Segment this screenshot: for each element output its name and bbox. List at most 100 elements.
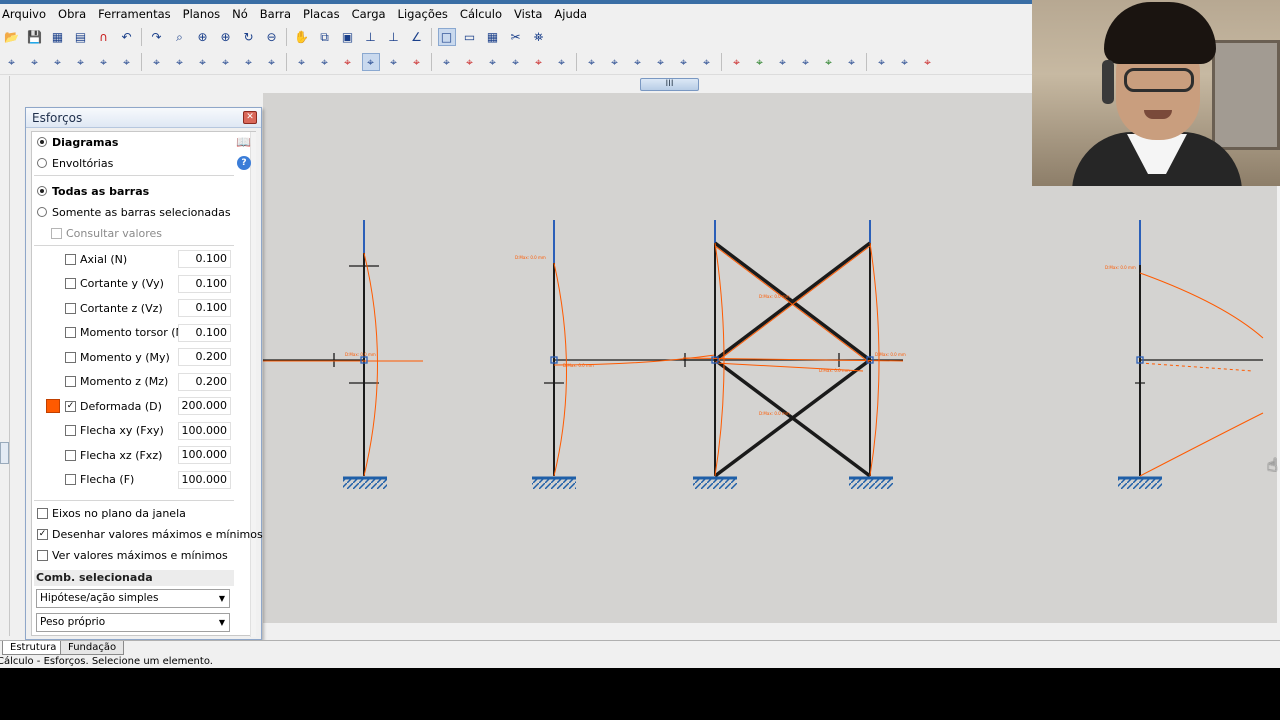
rectangle-icon[interactable]: □ xyxy=(437,27,456,46)
menu-item-ajuda[interactable]: Ajuda xyxy=(548,7,593,21)
diagram-option-checkbox[interactable] xyxy=(65,327,76,338)
radio-envoltorias[interactable]: Envoltórias xyxy=(37,154,113,172)
scissors-icon[interactable]: ✂ xyxy=(507,28,525,46)
trim-icon[interactable]: ⌖ xyxy=(217,53,235,71)
diagram-option-checkbox[interactable] xyxy=(65,425,76,436)
deformada-color-swatch[interactable] xyxy=(46,399,60,413)
beam-icon[interactable]: ⌖ xyxy=(698,53,716,71)
diagram-scale-input[interactable]: 0.100 xyxy=(178,274,231,293)
zoom-window-icon[interactable]: ⌕ xyxy=(171,28,189,46)
zoom-previous-icon[interactable]: ⧉ xyxy=(316,28,334,46)
table-icon[interactable]: ▦ xyxy=(484,28,502,46)
diagram-scale-input[interactable]: 100.000 xyxy=(178,421,231,440)
diagram-option-checkbox[interactable] xyxy=(65,278,76,289)
axes-icon[interactable]: ⌖ xyxy=(118,53,136,71)
menu-item-planos[interactable]: Planos xyxy=(177,7,227,21)
panel-scrollbar[interactable] xyxy=(250,132,256,637)
diagonal-delete-icon[interactable]: ⌖ xyxy=(461,53,479,71)
hinge-icon[interactable]: ⌖ xyxy=(484,53,502,71)
book-icon[interactable]: 📖 xyxy=(236,135,251,149)
node-number-icon[interactable]: ▣ xyxy=(339,28,357,46)
diagram-option-checkbox[interactable] xyxy=(65,351,76,363)
diagram-scale-input[interactable]: 0.200 xyxy=(178,348,231,366)
menu-item-liga-es[interactable]: Ligações xyxy=(392,7,454,21)
eixos-checkbox-box[interactable] xyxy=(37,507,48,519)
view-icon[interactable]: ⌖ xyxy=(361,52,380,71)
node-icon[interactable]: ⌖ xyxy=(95,53,113,71)
diagram-option-checkbox[interactable] xyxy=(65,474,76,485)
diagram-option-row[interactable]: Cortante y (Vy) xyxy=(65,275,164,293)
diagram-option-row[interactable]: Momento y (My) xyxy=(65,348,170,366)
axis-icon[interactable]: ⊥ xyxy=(362,28,380,46)
carga-select[interactable]: Peso próprio ▼ xyxy=(36,613,230,632)
undo-icon[interactable]: ↶ xyxy=(118,28,136,46)
radio-todas-barras[interactable]: Todas as barras xyxy=(37,182,149,200)
diagram-option-row[interactable]: Momento z (Mz) xyxy=(65,373,168,391)
ver-valores-checkbox[interactable]: Ver valores máximos e mínimos xyxy=(37,546,228,564)
angle-icon[interactable]: ∠ xyxy=(408,28,426,46)
radio-todas-dot[interactable] xyxy=(37,186,47,196)
diagram-scale-input[interactable]: 0.200 xyxy=(178,372,231,391)
frame2-icon[interactable]: ⌖ xyxy=(896,53,914,71)
copy-icon[interactable]: ⌖ xyxy=(873,53,891,71)
diagram-scale-input[interactable]: 100.000 xyxy=(178,470,231,489)
tie-icon[interactable]: ⌖ xyxy=(629,53,647,71)
member-delete-icon[interactable]: ⌖ xyxy=(408,53,426,71)
delete-icon[interactable]: ⌖ xyxy=(339,53,357,71)
results-icon[interactable]: ⌖ xyxy=(820,53,838,71)
diagram-option-checkbox[interactable] xyxy=(65,376,76,387)
diagram-scale-input[interactable]: 100.000 xyxy=(178,446,231,464)
diagram-scale-input[interactable]: 200.000 xyxy=(178,397,231,415)
menu-item-n-[interactable]: Nó xyxy=(226,7,254,21)
support-icon[interactable]: ⊥ xyxy=(385,28,403,46)
mesh-icon[interactable]: ⌖ xyxy=(263,53,281,71)
column-icon[interactable]: ⌖ xyxy=(728,53,746,71)
menu-item-placas[interactable]: Placas xyxy=(297,7,346,21)
diagram-option-row[interactable]: Flecha xz (Fxz) xyxy=(65,446,162,464)
help-icon[interactable]: ? xyxy=(237,156,251,170)
dim-icon[interactable]: ⌖ xyxy=(194,53,212,71)
diagram-option-checkbox[interactable] xyxy=(65,302,76,314)
radio-somente-selecionadas[interactable]: Somente as barras selecionadas xyxy=(37,203,231,221)
green-arrow-icon[interactable]: ⌖ xyxy=(751,53,769,71)
print-icon[interactable]: ▤ xyxy=(72,28,90,46)
angle-member-icon[interactable]: ⌖ xyxy=(553,53,571,71)
tab-estrutura[interactable]: Estrutura xyxy=(2,641,65,655)
diagram-option-row[interactable]: Axial (N) xyxy=(65,250,127,268)
move-icon[interactable]: ⌖ xyxy=(148,53,166,71)
tab-fundacao[interactable]: Fundação xyxy=(60,641,125,655)
cursor2-icon[interactable]: ⌖ xyxy=(797,53,815,71)
redo-icon[interactable]: ↷ xyxy=(148,28,166,46)
section-icon[interactable]: ⌖ xyxy=(316,53,334,71)
cursor-icon[interactable]: ⌖ xyxy=(774,53,792,71)
zoom-in-icon[interactable]: ⊕ xyxy=(217,28,235,46)
desenhar-checkbox[interactable]: ✓ Desenhar valores máximos e mínimos xyxy=(37,525,263,543)
binoculars-icon[interactable]: ⛯ xyxy=(530,28,548,46)
menu-item-arquivo[interactable]: Arquivo xyxy=(0,7,52,21)
brace-icon[interactable]: ⌖ xyxy=(530,53,548,71)
diagram-scale-input[interactable]: 0.100 xyxy=(178,323,231,342)
eixos-checkbox[interactable]: Eixos no plano da janela xyxy=(37,504,186,522)
release-icon[interactable]: ⌖ xyxy=(507,53,525,71)
diagram-scale-input[interactable]: 0.100 xyxy=(178,250,231,268)
radio-diagramas[interactable]: Diagramas xyxy=(37,133,118,151)
display-icon[interactable]: ▭ xyxy=(461,28,479,46)
materials-icon[interactable]: ⌖ xyxy=(26,53,44,71)
link-icon[interactable]: ⌖ xyxy=(606,53,624,71)
radio-diagramas-dot[interactable] xyxy=(37,137,47,147)
select-icon[interactable]: ⌖ xyxy=(171,53,189,71)
diagram-option-row[interactable]: Momento torsor (Mt) xyxy=(65,324,194,342)
diagram-scale-input[interactable]: 0.100 xyxy=(178,299,231,317)
menu-item-barra[interactable]: Barra xyxy=(254,7,297,21)
ver-valores-checkbox-box[interactable] xyxy=(37,549,48,561)
regenerate-icon[interactable]: ↻ xyxy=(240,28,258,46)
print-preview-icon[interactable]: ▦ xyxy=(49,28,67,46)
diagram-option-row[interactable]: Cortante z (Vz) xyxy=(65,299,163,317)
pen-icon[interactable]: ⌖ xyxy=(843,53,861,71)
open-folder-icon[interactable]: 📂 xyxy=(3,28,21,46)
close-icon[interactable]: ✕ xyxy=(243,111,257,124)
menu-item-c-lculo[interactable]: Cálculo xyxy=(454,7,508,21)
desenhar-checkbox-box[interactable]: ✓ xyxy=(37,528,48,540)
settings-icon[interactable]: ⌖ xyxy=(3,53,21,71)
diagram-option-row[interactable]: Flecha (F) xyxy=(65,471,134,489)
